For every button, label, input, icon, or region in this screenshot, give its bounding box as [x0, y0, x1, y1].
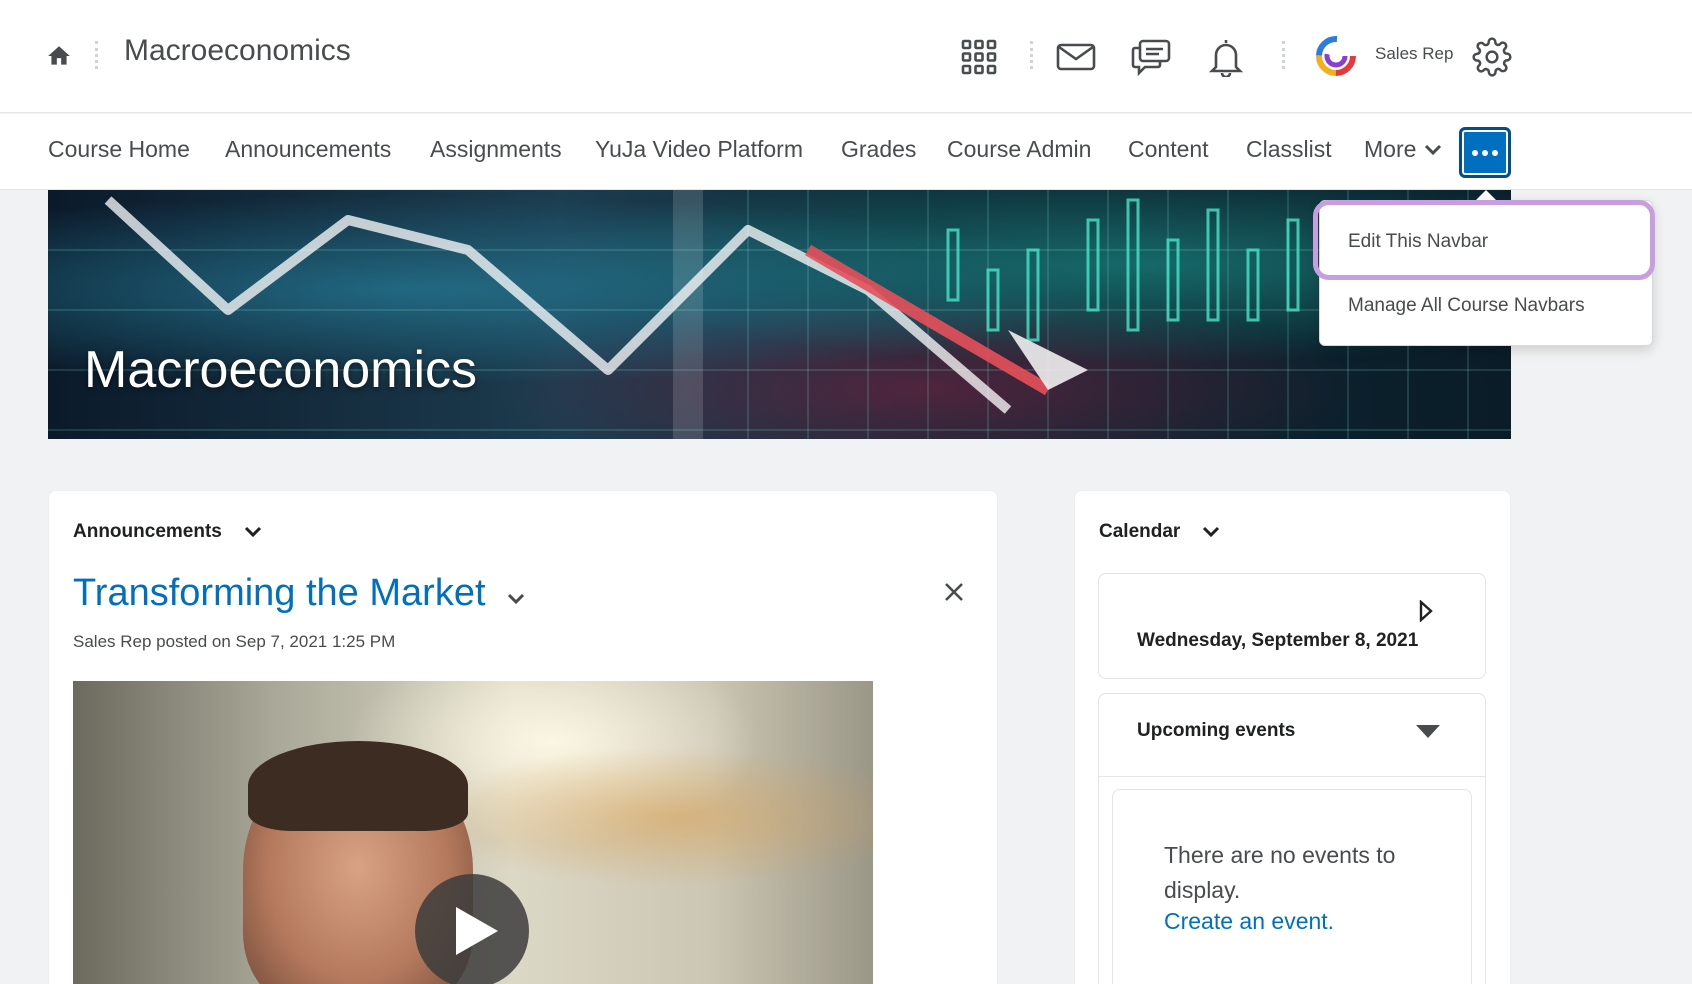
banner-title: Macroeconomics [84, 341, 478, 399]
apps-grid-icon[interactable] [958, 36, 1000, 78]
nav-more-menu[interactable]: More [1364, 136, 1442, 163]
calendar-date: Wednesday, September 8, 2021 [1137, 630, 1419, 651]
nav-item-course-admin[interactable]: Course Admin [947, 136, 1091, 163]
nav-more-label: More [1364, 136, 1417, 162]
calendar-date-panel [1098, 573, 1486, 679]
announcements-widget-title: Announcements [73, 521, 222, 542]
highlight-outline [1313, 200, 1655, 280]
close-icon[interactable] [942, 580, 966, 604]
home-icon[interactable] [46, 43, 72, 69]
dropdown-caret [1476, 190, 1496, 200]
nav-item-yuja[interactable]: YuJa Video Platform [595, 136, 803, 163]
banner-chart-graphic [48, 190, 1511, 439]
dot [1482, 149, 1488, 156]
chevron-down-icon[interactable] [506, 592, 526, 606]
top-header: Macroeconomics Sales Rep [0, 0, 1692, 113]
upcoming-events-label[interactable]: Upcoming events [1137, 720, 1295, 742]
course-banner: Macroeconomics [48, 190, 1511, 439]
header-divider [1282, 41, 1285, 69]
bell-icon[interactable] [1205, 36, 1247, 78]
caret-down-icon[interactable] [1416, 725, 1440, 738]
no-events-message: There are no events to display. [1164, 842, 1396, 903]
calendar-widget-header[interactable]: Calendar [1099, 521, 1220, 543]
nav-item-assignments[interactable]: Assignments [430, 136, 562, 163]
course-navbar: Course Home Announcements Assignments Yu… [0, 114, 1692, 190]
course-title[interactable]: Macroeconomics [124, 34, 351, 68]
nav-item-classlist[interactable]: Classlist [1246, 136, 1332, 163]
chevron-down-icon [244, 526, 261, 538]
header-divider [95, 41, 98, 69]
announcement-video[interactable] [73, 681, 873, 984]
avatar[interactable] [1314, 34, 1358, 78]
next-day-arrow-icon[interactable] [1418, 600, 1434, 622]
nav-item-grades[interactable]: Grades [841, 136, 916, 163]
chevron-down-icon [1425, 144, 1442, 155]
gear-icon[interactable] [1471, 36, 1513, 78]
nav-item-content[interactable]: Content [1128, 136, 1209, 163]
user-name[interactable]: Sales Rep [1375, 44, 1453, 64]
divider [1099, 776, 1485, 777]
announcement-meta: Sales Rep posted on Sep 7, 2021 1:25 PM [73, 632, 396, 651]
mail-icon[interactable] [1055, 36, 1097, 78]
dot [1472, 149, 1478, 156]
chat-icon[interactable] [1130, 36, 1172, 78]
navbar-options-button[interactable] [1459, 127, 1511, 178]
header-divider [1030, 41, 1033, 69]
play-icon[interactable] [415, 874, 529, 984]
nav-item-course-home[interactable]: Course Home [48, 136, 190, 163]
calendar-widget-title: Calendar [1099, 521, 1181, 542]
chevron-down-icon [1203, 526, 1220, 538]
create-event-link[interactable]: Create an event. [1164, 908, 1334, 935]
dot [1492, 149, 1498, 156]
menu-item-manage-navbars[interactable]: Manage All Course Navbars [1320, 295, 1652, 317]
nav-item-announcements[interactable]: Announcements [225, 136, 391, 163]
video-person-hair [248, 741, 468, 831]
announcements-widget-header[interactable]: Announcements [73, 521, 262, 543]
announcement-title[interactable]: Transforming the Market [73, 572, 486, 615]
